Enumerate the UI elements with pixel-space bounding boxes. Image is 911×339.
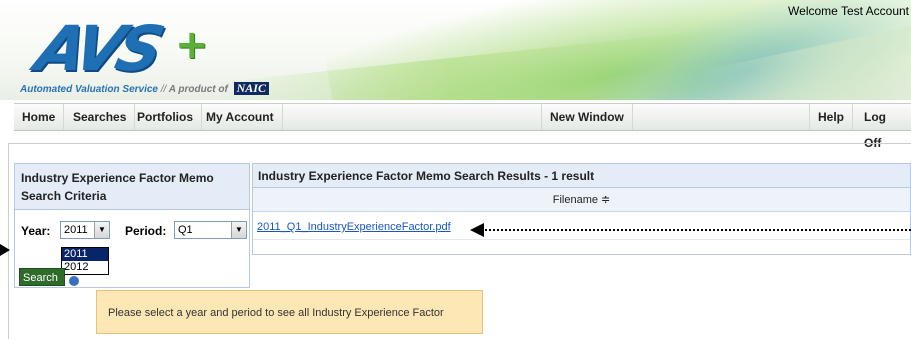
header-banner: AVS + Automated Valuation Service // A p… [0,0,911,100]
year-label: Year: [21,224,51,238]
annotation-dotted-line [480,229,911,231]
nav-log-off[interactable]: Log Off [856,104,911,150]
tagline: Automated Valuation Service // A product… [20,82,269,95]
column-header-filename[interactable]: Filename ≑ [253,188,910,212]
nav-help[interactable]: Help [809,104,854,130]
search-criteria-panel: Industry Experience Factor Memo Search C… [14,163,250,288]
search-results-panel: Industry Experience Factor Memo Search R… [252,163,911,255]
chevron-down-icon[interactable]: ▼ [231,222,246,238]
nav-portfolios[interactable]: Portfolios [129,104,202,130]
nav-searches[interactable]: Searches [65,104,136,130]
period-label: Period: [125,224,167,238]
year-select-value: 2011 [64,224,88,236]
logo-text: AVS [28,12,166,85]
period-select-value: Q1 [178,224,193,236]
chevron-down-icon[interactable]: ▼ [94,222,109,238]
year-select[interactable]: 2011 ▼ [60,221,110,239]
nav-home[interactable]: Home [14,104,65,130]
year-option[interactable]: 2011 [62,248,108,261]
naic-badge: NAIC [233,82,269,95]
main-nav: Home Searches Portfolios My Account New … [14,103,911,150]
welcome-message: Welcome Test Account [788,4,909,18]
year-option[interactable]: 2012 [62,261,108,274]
result-file-link[interactable]: 2011_Q1_IndustryExperienceFactor.pdf [257,221,451,233]
table-row: 2011_Q1_IndustryExperienceFactor.pdf [253,212,910,240]
period-select[interactable]: Q1 ▼ [174,221,247,239]
tagline-separator: // [160,84,167,95]
tagline-service: Automated Valuation Service [20,84,158,95]
criteria-title: Industry Experience Factor Memo Search C… [15,164,249,210]
logo-plus: + [175,22,209,68]
help-icon[interactable] [69,276,79,286]
search-button[interactable]: Search [19,268,65,286]
results-title: Industry Experience Factor Memo Search R… [253,164,910,188]
tagline-product: A product of [168,84,228,95]
avs-logo[interactable]: AVS + [18,8,209,85]
nav-new-window[interactable]: New Window [541,104,633,130]
year-dropdown-list: 2011 2012 [61,247,109,275]
annotation-pointer-icon [0,244,10,256]
nav-my-account[interactable]: My Account [198,104,283,130]
info-message: Please select a year and period to see a… [96,290,483,334]
